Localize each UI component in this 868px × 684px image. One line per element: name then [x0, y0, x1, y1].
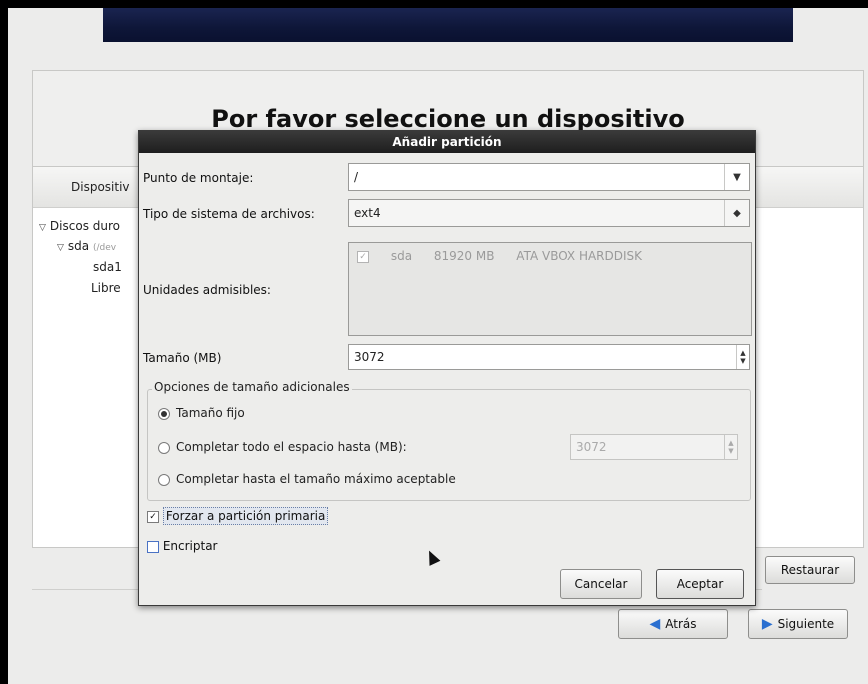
mount-point-combo[interactable]: / ▼: [348, 163, 750, 191]
tree-row-hard-disks[interactable]: ▽ Discos duro: [39, 219, 120, 233]
radio-label: Completar hasta el tamaño máximo aceptab…: [176, 472, 456, 486]
checkbox-icon[interactable]: [147, 540, 159, 553]
drive-name: sda: [390, 249, 413, 263]
next-label: Siguiente: [777, 617, 835, 631]
column-header-label: Dispositiv: [71, 180, 130, 194]
page-title: Por favor seleccione un dispositivo: [211, 105, 685, 133]
force-primary-label: Forzar a partición primaria: [162, 507, 329, 525]
radio-label: Tamaño fijo: [176, 406, 245, 420]
radio-label: Completar todo el espacio hasta (MB):: [176, 440, 407, 454]
tree-row-sda[interactable]: ▽ sda (/dev: [57, 239, 116, 253]
tree-row-sda1[interactable]: sda1: [93, 260, 122, 274]
checkbox-checked-icon[interactable]: ✓: [147, 510, 159, 523]
spin-arrows-icon: ▲ ▼: [724, 435, 737, 459]
drives-list: ✓ sda 81920 MB ATA VBOX HARDDISK: [348, 242, 752, 336]
encrypt-checkbox[interactable]: Encriptar: [147, 539, 218, 553]
fs-type-value: ext4: [354, 206, 381, 220]
expander-down-icon[interactable]: ▽: [57, 243, 64, 253]
chevron-down-icon[interactable]: ▼: [724, 164, 749, 190]
dialog-title: Añadir partición: [139, 131, 755, 153]
fill-upto-spinbox: 3072 ▲ ▼: [570, 434, 738, 460]
size-options-legend: Opciones de tamaño adicionales: [152, 380, 352, 394]
tree-label: sda1: [93, 260, 122, 274]
arrow-right-icon: ▶: [761, 616, 773, 632]
size-label: Tamaño (MB): [143, 351, 222, 365]
tree-label: Libre: [91, 281, 121, 295]
fill-upto-value: 3072: [576, 440, 607, 454]
tree-label: Discos duro: [49, 219, 120, 233]
expander-down-icon[interactable]: ▽: [39, 223, 46, 233]
radio-fill-upto[interactable]: Completar todo el espacio hasta (MB):: [158, 440, 407, 454]
arrow-left-icon: ◀: [649, 616, 661, 632]
installer-screen: Por favor seleccione un dispositivo Disp…: [8, 8, 868, 684]
tree-sublabel: (/dev: [92, 243, 117, 253]
drive-size: 81920 MB: [433, 249, 495, 263]
tree-label: sda: [67, 239, 90, 253]
drives-label: Unidades admisibles:: [143, 283, 271, 297]
radio-icon[interactable]: [158, 473, 170, 486]
back-button[interactable]: ◀ Atrás: [618, 609, 728, 639]
size-value: 3072: [354, 350, 385, 364]
mount-point-label: Punto de montaje:: [143, 171, 254, 185]
header-banner: [103, 8, 793, 42]
force-primary-checkbox[interactable]: ✓ Forzar a partición primaria: [147, 507, 329, 525]
updown-icon[interactable]: ◆: [724, 200, 749, 226]
accept-button[interactable]: Aceptar: [656, 569, 744, 599]
fs-type-label: Tipo de sistema de archivos:: [143, 207, 315, 221]
drive-row: ✓ sda 81920 MB ATA VBOX HARDDISK: [357, 249, 660, 263]
encrypt-label: Encriptar: [162, 539, 218, 553]
mount-point-value: /: [354, 170, 359, 184]
size-options-group: Opciones de tamaño adicionales Tamaño fi…: [147, 380, 751, 501]
drive-checkbox: ✓: [357, 250, 369, 263]
back-label: Atrás: [665, 617, 697, 631]
size-spinbox[interactable]: 3072 ▲ ▼: [348, 344, 750, 370]
restore-button[interactable]: Restaurar: [765, 556, 855, 584]
spin-arrows-icon[interactable]: ▲ ▼: [736, 345, 749, 369]
radio-icon[interactable]: [158, 441, 170, 454]
radio-selected-icon[interactable]: [158, 407, 170, 420]
add-partition-dialog: Añadir partición Punto de montaje: / ▼ T…: [138, 130, 756, 606]
radio-fill-max[interactable]: Completar hasta el tamaño máximo aceptab…: [158, 472, 456, 486]
cancel-button[interactable]: Cancelar: [560, 569, 642, 599]
next-button[interactable]: ▶ Siguiente: [748, 609, 848, 639]
tree-row-free[interactable]: Libre: [91, 281, 121, 295]
radio-fixed-size[interactable]: Tamaño fijo: [158, 406, 245, 420]
fs-type-select[interactable]: ext4 ◆: [348, 199, 750, 227]
drive-model: ATA VBOX HARDDISK: [516, 249, 643, 263]
